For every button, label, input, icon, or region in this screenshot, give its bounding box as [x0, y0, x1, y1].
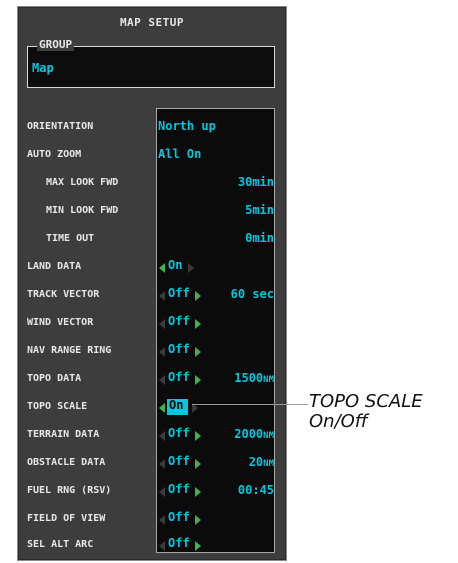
group-legend: GROUP — [37, 38, 75, 51]
row-label: TOPO SCALE — [27, 401, 88, 412]
row-fuel-rng[interactable]: FUEL RNG (RSV) Off 00:45 — [18, 482, 286, 502]
arrow-left-icon[interactable] — [159, 291, 165, 301]
row-label: MAX LOOK FWD — [46, 177, 119, 188]
topo-scale-value[interactable]: On — [169, 398, 183, 412]
topo-data-toggle[interactable]: Off — [168, 370, 190, 384]
group-field[interactable]: GROUP Map — [27, 38, 275, 88]
row-label: FUEL RNG (RSV) — [27, 485, 112, 496]
topo-data-range[interactable]: 1500NM — [234, 371, 274, 385]
row-max-look-fwd[interactable]: MAX LOOK FWD 30min — [18, 174, 286, 194]
arrow-left-icon[interactable] — [159, 375, 165, 385]
arrow-right-icon[interactable] — [195, 459, 201, 469]
row-field-of-view[interactable]: FIELD OF VIEW Off — [18, 510, 286, 530]
map-setup-panel: MAP SETUP GROUP Map ORIENTATION North up… — [17, 6, 287, 561]
row-label: OBSTACLE DATA — [27, 457, 106, 468]
row-obstacle-data[interactable]: OBSTACLE DATA Off 20NM — [18, 454, 286, 474]
row-label: TIME OUT — [46, 233, 95, 244]
callout-line-1: TOPO SCALE — [309, 391, 423, 412]
auto-zoom-value[interactable]: All On — [158, 147, 201, 161]
group-value: Map — [32, 61, 54, 75]
row-topo-data[interactable]: TOPO DATA Off 1500NM — [18, 370, 286, 390]
row-wind-vector[interactable]: WIND VECTOR Off — [18, 314, 286, 334]
row-auto-zoom[interactable]: AUTO ZOOM All On — [18, 146, 286, 166]
orientation-value[interactable]: North up — [158, 119, 216, 133]
arrow-right-icon[interactable] — [195, 431, 201, 441]
max-look-fwd-value[interactable]: 30min — [238, 175, 274, 189]
track-vector-toggle[interactable]: Off — [168, 286, 190, 300]
terrain-data-range[interactable]: 2000NM — [234, 427, 274, 441]
row-label: TRACK VECTOR — [27, 289, 100, 300]
arrow-right-icon[interactable] — [188, 263, 194, 273]
callout-line-2: On/Off — [309, 411, 368, 432]
row-nav-range-ring[interactable]: NAV RANGE RING Off — [18, 342, 286, 362]
fuel-rng-time[interactable]: 00:45 — [238, 483, 274, 497]
row-time-out[interactable]: TIME OUT 0min — [18, 230, 286, 250]
land-data-value[interactable]: On — [168, 258, 182, 272]
row-label: SEL ALT ARC — [27, 539, 94, 550]
arrow-left-icon[interactable] — [159, 403, 165, 413]
row-label: TOPO DATA — [27, 373, 82, 384]
row-track-vector[interactable]: TRACK VECTOR Off 60 sec — [18, 286, 286, 306]
arrow-right-icon[interactable] — [195, 319, 201, 329]
wind-vector-toggle[interactable]: Off — [168, 314, 190, 328]
row-terrain-data[interactable]: TERRAIN DATA Off 2000NM — [18, 426, 286, 446]
arrow-right-icon[interactable] — [195, 515, 201, 525]
arrow-right-icon[interactable] — [195, 347, 201, 357]
row-label: FIELD OF VIEW — [27, 513, 106, 524]
arrow-right-icon[interactable] — [195, 291, 201, 301]
row-label: TERRAIN DATA — [27, 429, 100, 440]
sel-alt-arc-toggle[interactable]: Off — [168, 536, 190, 550]
callout-topo-scale: TOPO SCALE On/Off — [309, 392, 423, 432]
nav-range-ring-toggle[interactable]: Off — [168, 342, 190, 356]
page-title: MAP SETUP — [119, 16, 185, 29]
arrow-left-icon[interactable] — [159, 319, 165, 329]
terrain-data-toggle[interactable]: Off — [168, 426, 190, 440]
track-vector-time[interactable]: 60 sec — [231, 287, 274, 301]
time-out-value[interactable]: 0min — [245, 231, 274, 245]
row-label: WIND VECTOR — [27, 317, 94, 328]
row-land-data[interactable]: LAND DATA On — [18, 258, 286, 278]
arrow-left-icon[interactable] — [159, 263, 165, 273]
arrow-right-icon[interactable] — [195, 487, 201, 497]
row-topo-scale[interactable]: TOPO SCALE On — [18, 398, 286, 418]
arrow-right-icon[interactable] — [195, 375, 201, 385]
row-min-look-fwd[interactable]: MIN LOOK FWD 5min — [18, 202, 286, 222]
row-label: AUTO ZOOM — [27, 149, 82, 160]
row-label: ORIENTATION — [27, 121, 94, 132]
obstacle-data-toggle[interactable]: Off — [168, 454, 190, 468]
arrow-left-icon[interactable] — [159, 541, 165, 551]
min-look-fwd-value[interactable]: 5min — [245, 203, 274, 217]
arrow-left-icon[interactable] — [159, 515, 165, 525]
row-sel-alt-arc[interactable]: SEL ALT ARC Off — [18, 536, 286, 556]
row-label: NAV RANGE RING — [27, 345, 112, 356]
row-orientation[interactable]: ORIENTATION North up — [18, 118, 286, 138]
obstacle-data-range[interactable]: 20NM — [249, 455, 274, 469]
row-label: LAND DATA — [27, 261, 82, 272]
field-of-view-toggle[interactable]: Off — [168, 510, 190, 524]
arrow-left-icon[interactable] — [159, 431, 165, 441]
arrow-left-icon[interactable] — [159, 487, 165, 497]
row-label: MIN LOOK FWD — [46, 205, 119, 216]
arrow-left-icon[interactable] — [159, 459, 165, 469]
arrow-left-icon[interactable] — [159, 347, 165, 357]
fuel-rng-toggle[interactable]: Off — [168, 482, 190, 496]
arrow-right-icon[interactable] — [195, 541, 201, 551]
callout-leader-line — [192, 404, 308, 405]
